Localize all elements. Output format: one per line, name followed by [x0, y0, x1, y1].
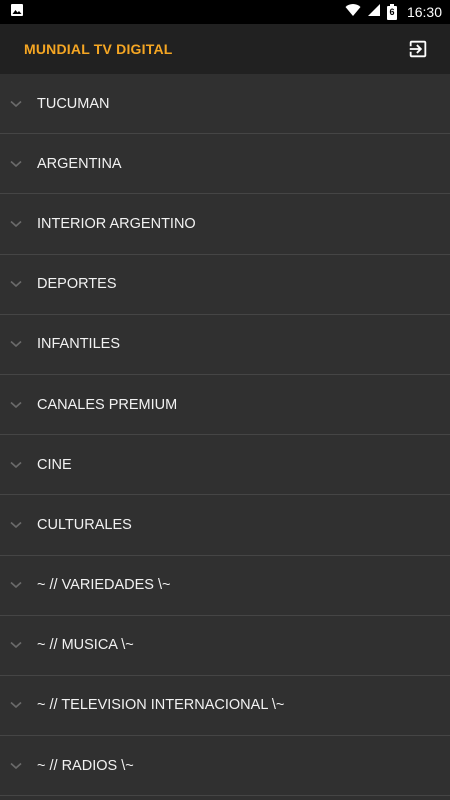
chevron-down-icon: [0, 401, 37, 409]
battery-level: 6: [389, 7, 395, 17]
list-item[interactable]: TUCUMAN: [0, 74, 450, 135]
status-bar: 6 16:30: [0, 0, 450, 24]
chevron-down-icon: [0, 280, 37, 288]
exit-icon: [409, 40, 427, 58]
list-item[interactable]: DEPORTES: [0, 255, 450, 315]
list-item[interactable]: CINE: [0, 435, 450, 496]
list-item[interactable]: ~ // RADIOS \~: [0, 736, 450, 797]
list-item-label: ~ // VARIEDADES \~: [37, 577, 171, 594]
list-item[interactable]: ~ // TELEVISION INTERNACIONAL \~: [0, 676, 450, 737]
list-item-label: DEPORTES: [37, 276, 117, 293]
list-item-label: ARGENTINA: [37, 155, 122, 172]
chevron-down-icon: [0, 220, 37, 228]
chevron-down-icon: [0, 521, 37, 529]
list-item[interactable]: INFANTILES: [0, 315, 450, 375]
list-item-label: CULTURALES: [37, 516, 132, 533]
list-item[interactable]: CULTURALES: [0, 495, 450, 556]
wifi-icon: [345, 3, 361, 22]
chevron-down-icon: [0, 340, 37, 348]
app-toolbar: MUNDIAL TV DIGITAL: [0, 24, 450, 74]
signal-icon: [367, 3, 381, 22]
chevron-down-icon: [0, 701, 37, 709]
list-item-label: TUCUMAN: [37, 95, 110, 112]
list-item-label: CANALES PREMIUM: [37, 396, 178, 413]
chevron-down-icon: [0, 160, 37, 168]
list-item-label: INFANTILES: [37, 336, 120, 353]
list-item[interactable]: ~ // MUSICA \~: [0, 616, 450, 676]
list-item[interactable]: CANALES PREMIUM: [0, 375, 450, 436]
image-icon: [10, 3, 24, 22]
list-item-label: INTERIOR ARGENTINO: [37, 215, 196, 232]
list-item[interactable]: ARGENTINA: [0, 134, 450, 195]
category-list: TUCUMAN ARGENTINA INTERIOR ARGENTINO DEP…: [0, 74, 450, 800]
list-item[interactable]: INTERIOR ARGENTINO: [0, 194, 450, 255]
chevron-down-icon: [0, 581, 37, 589]
list-item-label: ~ // MUSICA \~: [37, 637, 134, 654]
app-title: MUNDIAL TV DIGITAL: [24, 41, 173, 57]
list-item-label: ~ // RADIOS \~: [37, 757, 134, 774]
status-time: 16:30: [406, 4, 442, 20]
chevron-down-icon: [0, 641, 37, 649]
exit-button[interactable]: [406, 37, 430, 61]
chevron-down-icon: [0, 762, 37, 770]
battery-icon: 6: [386, 4, 397, 20]
chevron-down-icon: [0, 100, 37, 108]
list-item[interactable]: ~ // VARIEDADES \~: [0, 556, 450, 616]
list-item-label: CINE: [37, 456, 72, 473]
list-item-label: ~ // TELEVISION INTERNACIONAL \~: [37, 697, 285, 714]
chevron-down-icon: [0, 461, 37, 469]
